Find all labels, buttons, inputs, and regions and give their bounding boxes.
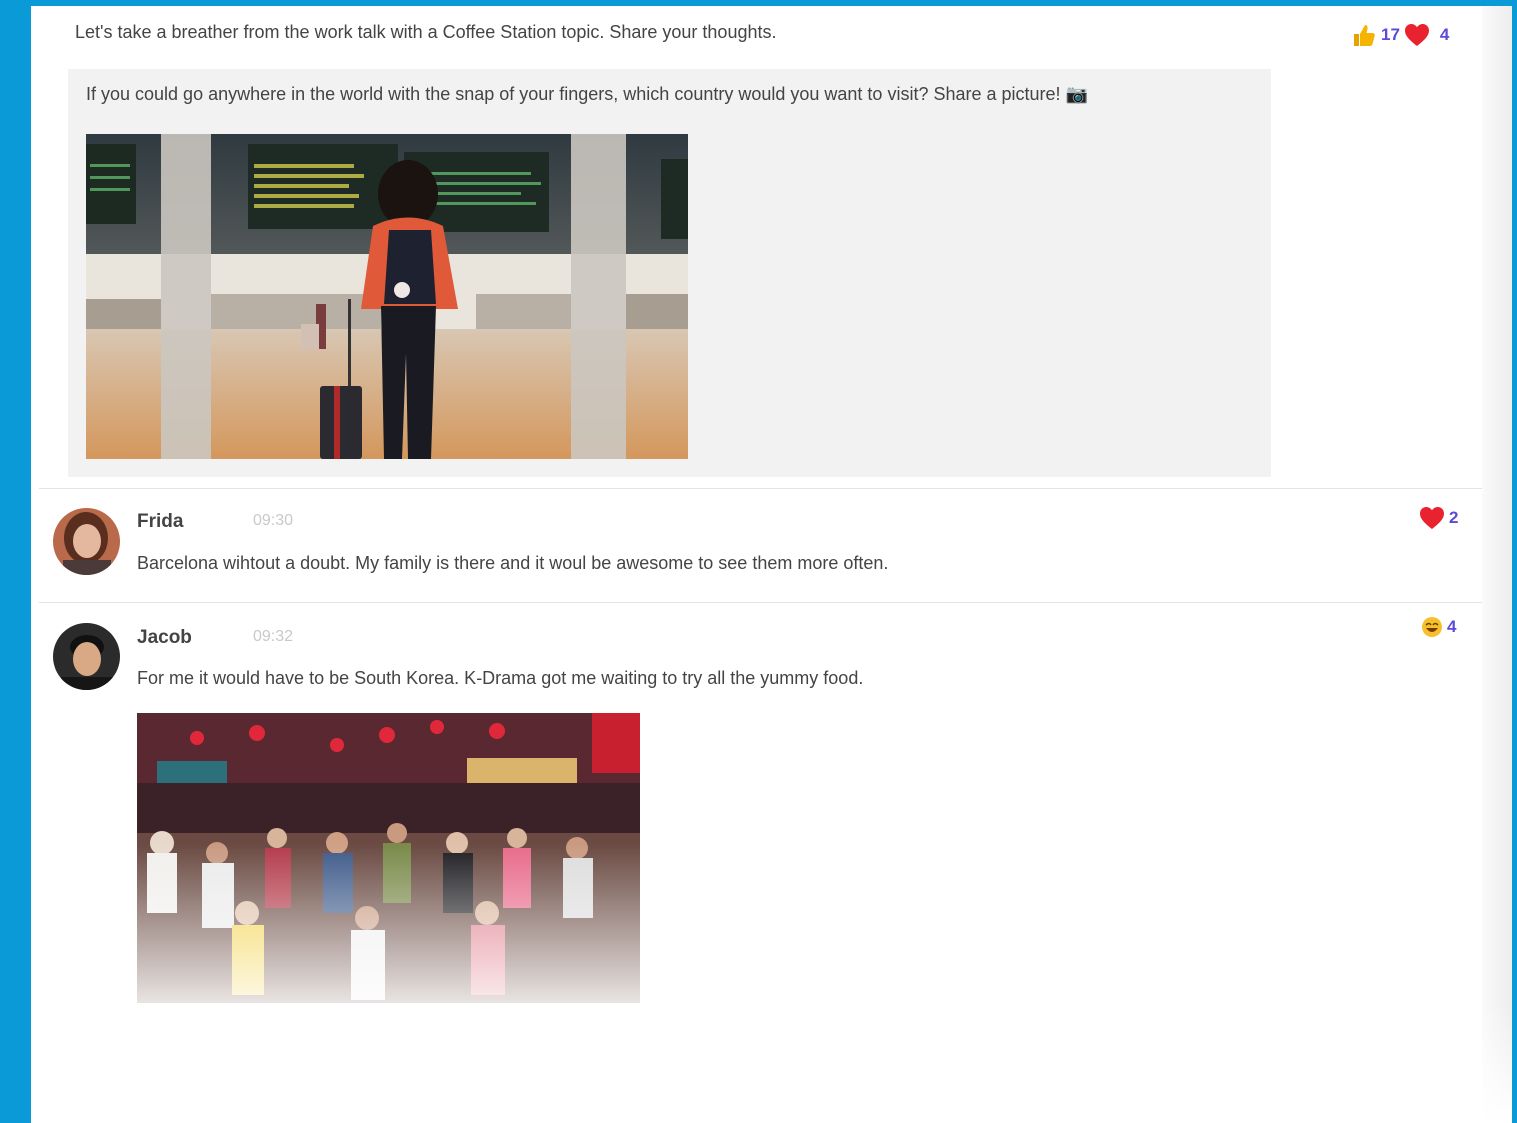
reaction-count: 4 xyxy=(1447,617,1457,636)
divider xyxy=(39,602,1482,603)
comment-author[interactable]: Frida xyxy=(137,511,183,533)
thread-window: Let's take a breather from the work talk… xyxy=(31,6,1512,1123)
divider xyxy=(39,488,1482,489)
topic-card: If you could go anywhere in the world wi… xyxy=(68,69,1271,477)
street-market-photo[interactable] xyxy=(137,713,640,1003)
heart-icon[interactable] xyxy=(1404,23,1430,47)
smile-emoji-icon[interactable] xyxy=(1421,616,1443,638)
like-count: 17 xyxy=(1381,25,1400,44)
thumbs-up-icon[interactable] xyxy=(1351,22,1377,48)
comment-text: Barcelona wihtout a doubt. My family is … xyxy=(137,553,889,573)
reaction-count: 2 xyxy=(1449,508,1459,527)
intro-reactions: 17 4 xyxy=(1351,22,1449,48)
airport-photo[interactable] xyxy=(86,134,688,459)
comment-time: 09:32 xyxy=(253,628,294,645)
heart-count: 4 xyxy=(1439,25,1450,44)
avatar-frida[interactable] xyxy=(53,508,120,575)
scrollbar[interactable] xyxy=(1482,6,1512,1123)
intro-message: Let's take a breather from the work talk… xyxy=(75,22,777,42)
avatar-jacob[interactable] xyxy=(53,623,120,690)
comment-author[interactable]: Jacob xyxy=(137,627,192,649)
topic-question: If you could go anywhere in the world wi… xyxy=(86,84,1088,104)
comment-reactions: 2 xyxy=(1419,506,1458,530)
comment-text: For me it would have to be South Korea. … xyxy=(137,668,864,688)
heart-icon[interactable] xyxy=(1419,506,1445,530)
comment-time: 09:30 xyxy=(253,512,294,529)
comment-reactions: 4 xyxy=(1421,616,1456,638)
bottom-fade xyxy=(31,1003,1512,1123)
